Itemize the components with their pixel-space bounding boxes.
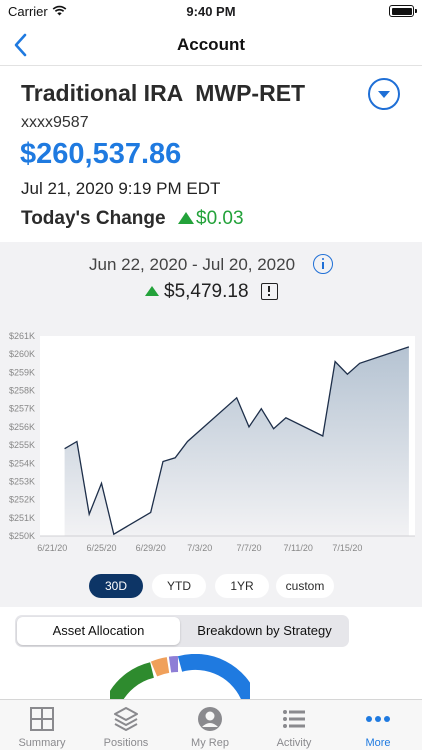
tab-my-rep[interactable]: My Rep	[168, 700, 252, 750]
tab-label: Positions	[103, 737, 149, 749]
tab-label: Activity	[276, 737, 312, 749]
chart-x-tick-label: 6/25/20	[86, 543, 116, 553]
allocation-segment-green	[110, 662, 155, 704]
chart-y-tick-label: $259K	[9, 367, 35, 377]
chevron-down-icon	[378, 91, 390, 98]
up-arrow-icon	[178, 212, 194, 224]
list-icon	[283, 710, 305, 728]
performance-chart: $250K $251K $252K $253K $254K $255K $256K $257K…	[9, 331, 415, 553]
balance-timestamp: Jul 21, 2020 9:19 PM EDT	[21, 179, 221, 198]
range-button-30d[interactable]: 30D	[89, 574, 143, 598]
tab-summary[interactable]: Summary	[0, 700, 84, 750]
chart-y-tick-label: $252K	[9, 495, 35, 505]
asset-allocation-donut	[110, 654, 250, 704]
account-dropdown-button[interactable]	[368, 78, 400, 110]
account-name: Traditional IRA MWP-RET	[21, 80, 306, 106]
allocation-segment-blue	[177, 654, 250, 704]
alert-icon[interactable]	[261, 283, 278, 300]
chart-y-tick-label: $261K	[9, 331, 35, 341]
tab-label: Summary	[18, 737, 66, 749]
period-change-value: $5,479.18	[164, 281, 249, 302]
chart-x-tick-label: 7/7/20	[236, 543, 261, 553]
chart-x-tick-label: 7/15/20	[332, 543, 362, 553]
up-arrow-icon	[145, 286, 159, 296]
status-time: 9:40 PM	[186, 4, 236, 19]
range-button-ytd[interactable]: YTD	[152, 574, 206, 598]
tab-label: My Rep	[191, 737, 229, 749]
chart-x-tick-label: 6/21/20	[37, 543, 67, 553]
chart-x-tick-label: 7/11/20	[284, 543, 313, 553]
chart-y-tick-label: $255K	[9, 440, 35, 450]
chart-x-tick-label: 7/3/20	[187, 543, 212, 553]
chart-x-tick-label: 6/29/20	[136, 543, 166, 553]
nav-title: Account	[177, 35, 245, 54]
account-balance: $260,537.86	[20, 138, 182, 170]
grid-icon	[30, 707, 54, 731]
back-button[interactable]	[10, 32, 32, 58]
tab-label: More	[365, 737, 391, 749]
chart-y-tick-label: $260K	[9, 349, 35, 359]
todays-change-label: Today's Change	[21, 208, 166, 229]
tab-bar: Summary Positions My Rep Activity More	[0, 699, 422, 750]
range-button-custom[interactable]: custom	[276, 574, 334, 598]
todays-change-value: $0.03	[196, 208, 244, 229]
nav-bar: Account	[0, 24, 422, 66]
info-icon[interactable]	[313, 254, 333, 274]
layers-icon	[114, 707, 138, 731]
tab-activity[interactable]: Activity	[252, 700, 336, 750]
chart-y-tick-label: $256K	[9, 422, 35, 432]
chart-y-tick-label: $250K	[9, 531, 35, 541]
tab-more[interactable]: More	[336, 700, 420, 750]
person-icon	[198, 707, 222, 731]
chart-y-tick-label: $254K	[9, 458, 35, 468]
allocation-segment-orange	[150, 657, 170, 677]
battery-icon	[389, 5, 417, 17]
tab-asset-allocation[interactable]: Asset Allocation	[17, 617, 180, 645]
allocation-segment-purple	[168, 656, 179, 673]
date-range-label: Jun 22, 2020 - Jul 20, 2020	[89, 255, 296, 274]
range-button-1yr[interactable]: 1YR	[215, 574, 269, 598]
chart-y-tick-label: $251K	[9, 513, 35, 523]
chart-y-tick-label: $258K	[9, 386, 35, 396]
chart-y-tick-label: $257K	[9, 404, 35, 414]
tab-positions[interactable]: Positions	[84, 700, 168, 750]
allocation-segmented-control: Asset Allocation Breakdown by Strategy	[15, 615, 349, 647]
status-bar: Carrier 9:40 PM	[0, 0, 422, 24]
account-number: xxxx9587	[21, 114, 89, 131]
chart-y-tick-label: $253K	[9, 477, 35, 487]
tab-breakdown-by-strategy[interactable]: Breakdown by Strategy	[182, 617, 347, 645]
more-icon	[366, 716, 390, 722]
